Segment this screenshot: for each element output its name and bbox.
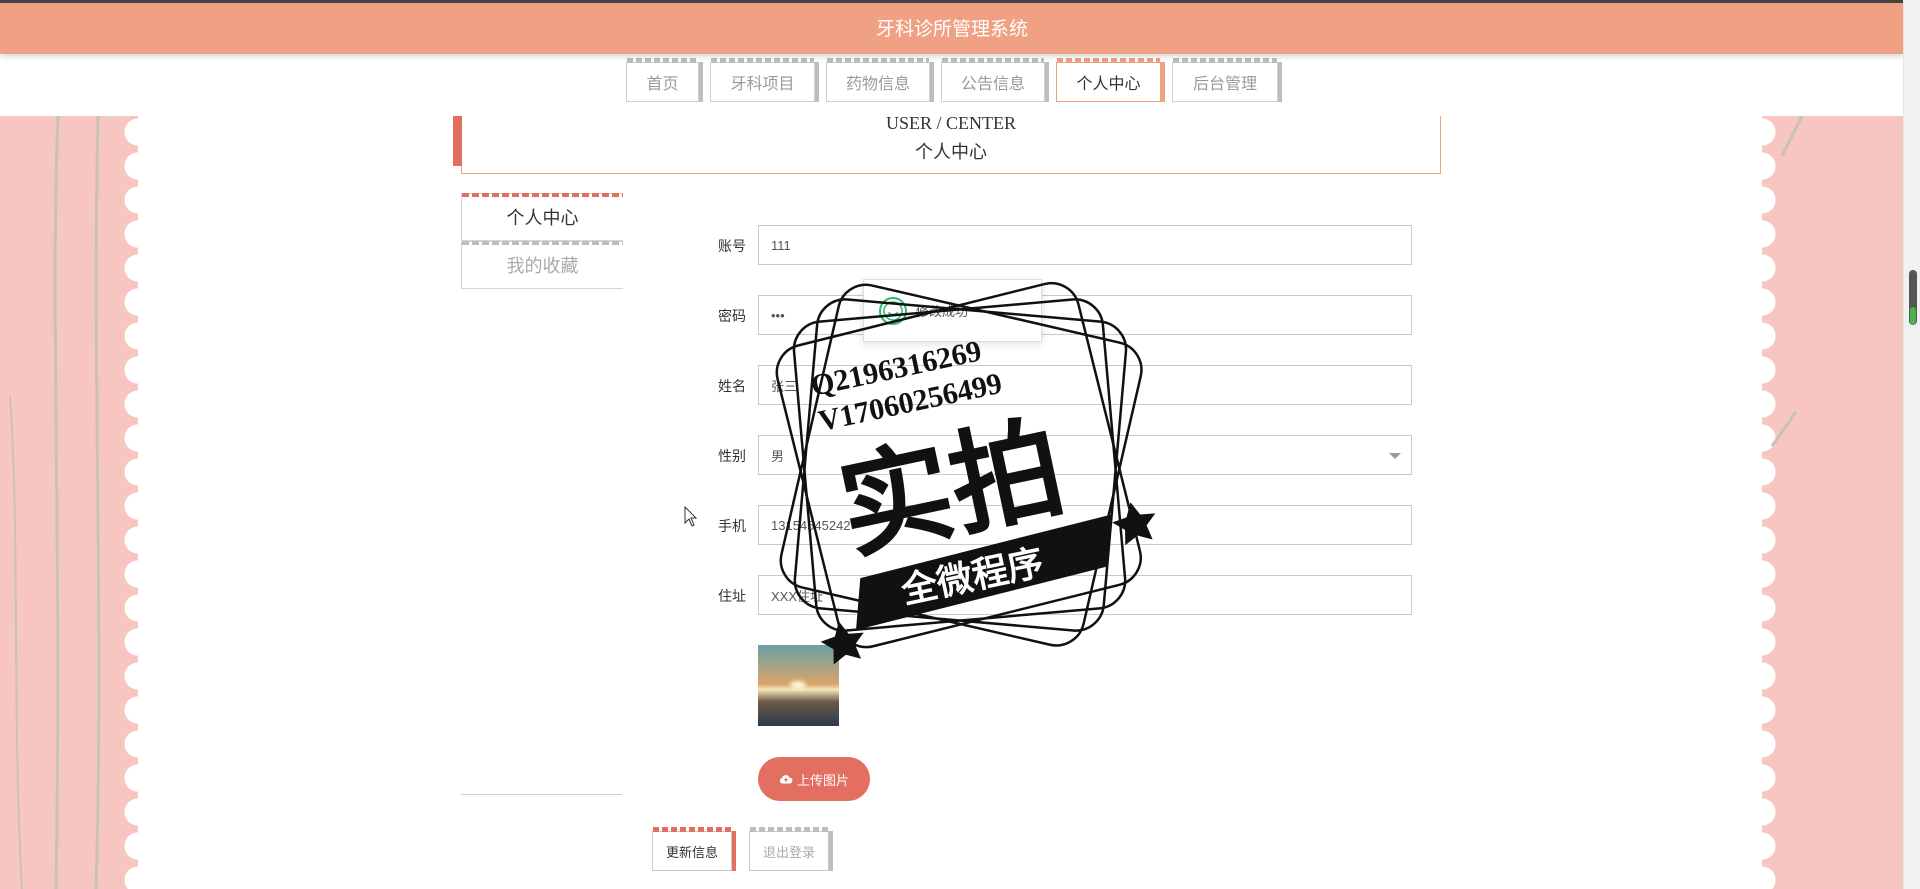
upload-button-label: 上传图片 [796, 772, 849, 788]
page-title-cn: 个人中心 [915, 142, 987, 162]
account-label: 账号 [718, 238, 746, 254]
update-info-button[interactable]: 更新信息 [652, 827, 732, 871]
phone-input[interactable]: 13154545242 [758, 505, 1412, 545]
password-label: 密码 [718, 308, 746, 324]
nav-tab-announcements[interactable]: 公告信息 [941, 58, 1045, 102]
logout-button[interactable]: 退出登录 [749, 827, 829, 871]
page-title-en: USER / CENTER [885, 113, 1016, 133]
cloud-upload-icon [779, 775, 793, 784]
vine-decoration-left [9, 116, 101, 889]
app-title: 牙科诊所管理系统 [875, 18, 1028, 40]
password-input[interactable]: ••• [758, 295, 1412, 335]
address-input[interactable]: XXX住址 [758, 575, 1412, 615]
page-scrollbar[interactable] [1903, 0, 1920, 889]
gender-label: 性别 [718, 448, 746, 464]
watermark-big: 实拍 [829, 402, 1075, 576]
page-heading: USER / CENTER 个人中心 [453, 113, 1441, 174]
main-nav: 首页 牙科项目 药物信息 公告信息 个人中心 后台管理 [0, 54, 1904, 116]
name-label: 姓名 [718, 378, 746, 394]
nav-tab-home[interactable]: 首页 [626, 58, 699, 102]
side-menu-item-user-center[interactable]: 个人中心 [461, 193, 623, 241]
nav-tab-admin[interactable]: 后台管理 [1172, 58, 1278, 102]
side-menu-item-favorites[interactable]: 我的收藏 [461, 241, 623, 289]
gender-select[interactable]: 男 [758, 435, 1412, 475]
address-label: 住址 [718, 588, 746, 604]
toast-message: 修改成功 [916, 304, 969, 319]
header-bar: 牙科诊所管理系统 [0, 0, 1904, 54]
avatar-image [758, 645, 839, 726]
nav-tab-user-center[interactable]: 个人中心 [1056, 58, 1161, 102]
upload-image-button[interactable]: 上传图片 [758, 757, 870, 801]
scrollbar-thumb[interactable] [1909, 270, 1917, 325]
nav-tab-medicine-info[interactable]: 药物信息 [826, 58, 930, 102]
success-toast: 修改成功 [863, 279, 1042, 342]
phone-label: 手机 [718, 518, 746, 534]
name-input[interactable]: 张三 [758, 365, 1412, 405]
mouse-cursor-icon [684, 506, 698, 527]
vine-decoration-right [1770, 116, 1804, 447]
right-decoration [1762, 116, 1904, 889]
menu-divider [461, 794, 622, 795]
chevron-down-icon [1389, 453, 1401, 459]
nav-tab-dental-projects[interactable]: 牙科项目 [710, 58, 815, 102]
success-smile-icon [879, 296, 907, 325]
side-menu: 个人中心 我的收藏 [461, 193, 623, 289]
account-input[interactable]: 111 [758, 225, 1412, 265]
left-decoration [0, 116, 138, 889]
gender-selected-value: 男 [771, 448, 785, 464]
